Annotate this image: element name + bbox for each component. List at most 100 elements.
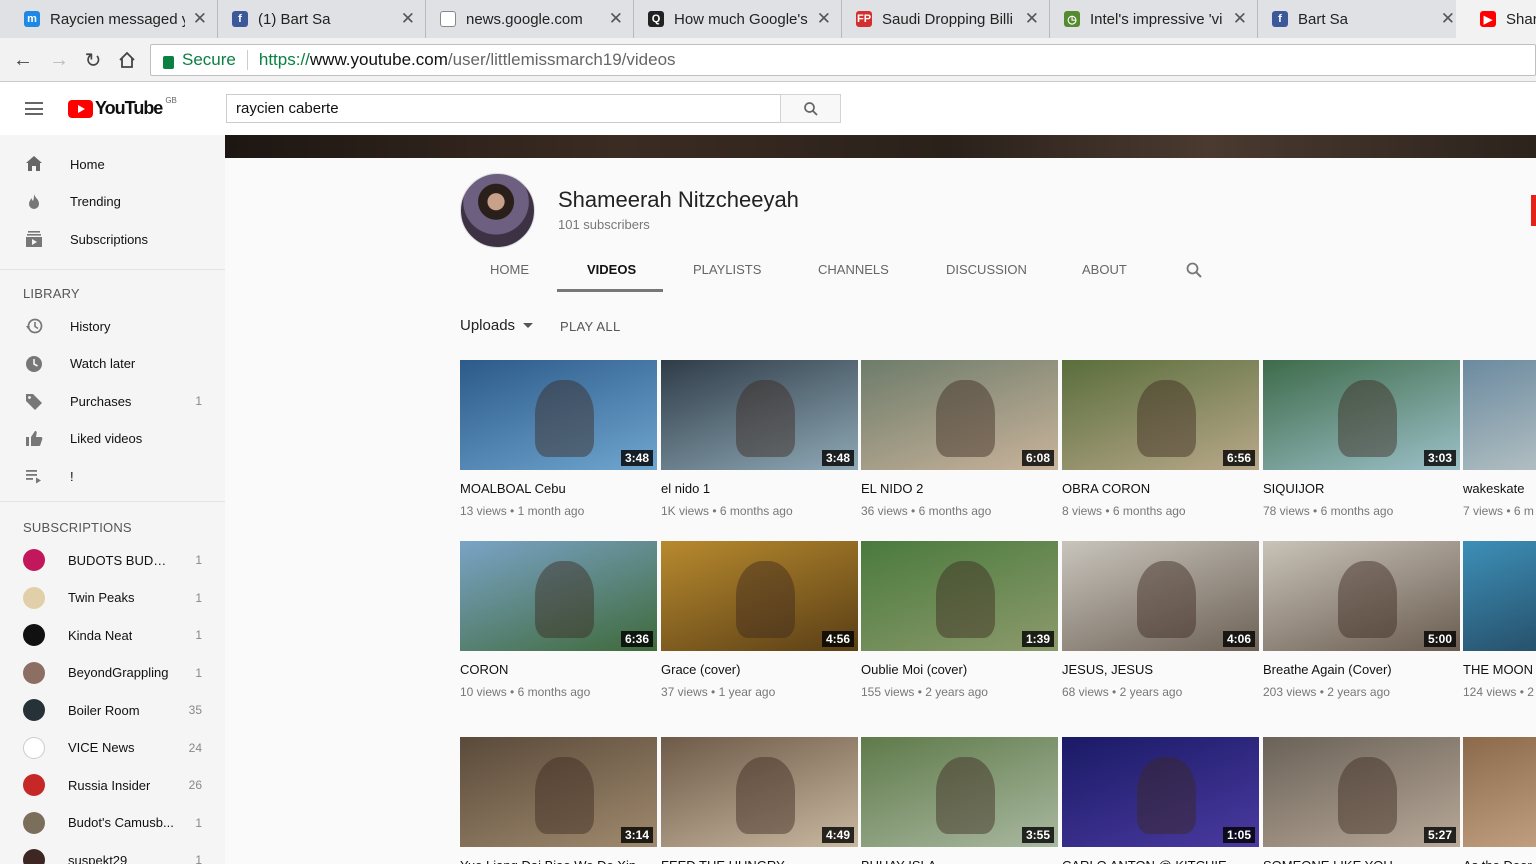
video-card[interactable]: 4:06 JESUS, JESUS 68 views • 2 years ago: [1062, 541, 1259, 699]
browser-tab[interactable]: Q How much Google's ✕: [624, 0, 842, 38]
video-card[interactable]: 4:49 FEED THE HUNGRY: [661, 737, 858, 864]
subscription-item[interactable]: Russia Insider 26: [0, 766, 225, 804]
tab-playlists[interactable]: PLAYLISTS: [693, 262, 761, 277]
video-title[interactable]: Breathe Again (Cover): [1263, 662, 1460, 677]
reload-icon[interactable]: ↻: [80, 47, 106, 73]
video-card[interactable]: THE MOON I HEART (Cove 124 views • 2: [1463, 541, 1536, 699]
video-title[interactable]: Yue Liang Dai Biao Wo De Xin: [460, 858, 657, 864]
sidebar-item[interactable]: !: [0, 457, 225, 495]
video-thumbnail[interactable]: 1:39: [861, 541, 1058, 651]
video-thumbnail[interactable]: 1:05: [1062, 737, 1259, 847]
channel-name[interactable]: Shameerah Nitzcheeyah: [558, 187, 799, 213]
video-thumbnail[interactable]: 3:48: [460, 360, 657, 470]
sidebar-item[interactable]: Home: [0, 145, 225, 183]
video-card[interactable]: 3:03 SIQUIJOR 78 views • 6 months ago: [1263, 360, 1460, 518]
browser-tab[interactable]: f (1) Bart Sa ✕: [208, 0, 426, 38]
video-title[interactable]: MOALBOAL Cebu: [460, 481, 657, 496]
channel-avatar[interactable]: [460, 173, 535, 248]
subscription-item[interactable]: Kinda Neat 1: [0, 616, 225, 654]
tab-videos[interactable]: VIDEOS: [587, 262, 636, 277]
video-thumbnail[interactable]: 4:56: [661, 541, 858, 651]
video-card[interactable]: 6:08 EL NIDO 2 36 views • 6 months ago: [861, 360, 1058, 518]
video-title[interactable]: SIQUIJOR: [1263, 481, 1460, 496]
video-card[interactable]: 3:55 BUHAY ISLA: [861, 737, 1058, 864]
video-card[interactable]: 3:48 el nido 1 1K views • 6 months ago: [661, 360, 858, 518]
browser-tab[interactable]: ▶ Shar: [1456, 0, 1536, 38]
video-card[interactable]: 6:36 CORON 10 views • 6 months ago: [460, 541, 657, 699]
video-card[interactable]: As the Deer: [1463, 737, 1536, 864]
video-title[interactable]: SOMEONE LIKE YOU: [1263, 858, 1460, 864]
video-thumbnail[interactable]: 3:14: [460, 737, 657, 847]
video-card[interactable]: 1:05 CARLO ANTON @ KITCHIE: [1062, 737, 1259, 864]
video-thumbnail[interactable]: [1463, 541, 1536, 651]
sidebar-item[interactable]: Purchases 1: [0, 382, 225, 420]
video-thumbnail[interactable]: 6:36: [460, 541, 657, 651]
video-title[interactable]: CORON: [460, 662, 657, 677]
subscription-item[interactable]: BeyondGrappling 1: [0, 654, 225, 692]
video-thumbnail[interactable]: 3:03: [1263, 360, 1460, 470]
forward-icon[interactable]: →: [46, 47, 72, 73]
video-title[interactable]: EL NIDO 2: [861, 481, 1058, 496]
search-input[interactable]: raycien caberte: [226, 94, 781, 123]
video-card[interactable]: 3:48 MOALBOAL Cebu 13 views • 1 month ago: [460, 360, 657, 518]
address-bar[interactable]: Secure https://www.youtube.com/user/litt…: [150, 44, 1536, 76]
tab-home[interactable]: HOME: [490, 262, 529, 277]
sidebar-item[interactable]: Subscriptions: [0, 220, 225, 258]
video-card[interactable]: 5:00 Breathe Again (Cover) 203 views • 2 y…: [1263, 541, 1460, 699]
youtube-logo[interactable]: YouTube GB: [68, 96, 177, 119]
video-title[interactable]: Oublie Moi (cover): [861, 662, 1058, 677]
video-thumbnail[interactable]: 3:55: [861, 737, 1058, 847]
tab-close-icon[interactable]: ✕: [401, 9, 415, 29]
video-title[interactable]: As the Deer: [1463, 858, 1536, 864]
browser-tab[interactable]: news.google.com ✕: [416, 0, 634, 38]
subscription-item[interactable]: BUDOTS BUDOTS 1: [0, 541, 225, 579]
video-title[interactable]: Grace (cover): [661, 662, 858, 677]
video-card[interactable]: 5:27 SOMEONE LIKE YOU: [1263, 737, 1460, 864]
subscription-item[interactable]: Boiler Room 35: [0, 691, 225, 729]
tab-channels[interactable]: CHANNELS: [818, 262, 889, 277]
video-card[interactable]: 1:39 Oublie Moi (cover) 155 views • 2 year…: [861, 541, 1058, 699]
video-title[interactable]: BUHAY ISLA: [861, 858, 1058, 864]
tab-close-icon[interactable]: ✕: [1025, 9, 1039, 29]
browser-tab[interactable]: f Bart Sa ✕: [1248, 0, 1466, 38]
sidebar-item[interactable]: Watch later: [0, 345, 225, 383]
video-card[interactable]: 3:14 Yue Liang Dai Biao Wo De Xin: [460, 737, 657, 864]
menu-icon[interactable]: [25, 102, 43, 115]
tab-discussion[interactable]: DISCUSSION: [946, 262, 1027, 277]
video-thumbnail[interactable]: [1463, 737, 1536, 847]
video-thumbnail[interactable]: 3:48: [661, 360, 858, 470]
subscribe-button[interactable]: [1531, 195, 1536, 226]
video-thumbnail[interactable]: 6:56: [1062, 360, 1259, 470]
back-icon[interactable]: ←: [10, 47, 36, 73]
video-title[interactable]: FEED THE HUNGRY: [661, 858, 858, 864]
video-thumbnail[interactable]: 4:49: [661, 737, 858, 847]
video-title[interactable]: el nido 1: [661, 481, 858, 496]
uploads-dropdown[interactable]: Uploads: [460, 317, 534, 334]
subscription-item[interactable]: Budot's Camusb... 1: [0, 804, 225, 842]
video-thumbnail[interactable]: 5:27: [1263, 737, 1460, 847]
sidebar-item[interactable]: History: [0, 307, 225, 345]
video-card[interactable]: 6:56 OBRA CORON 8 views • 6 months ago: [1062, 360, 1259, 518]
video-thumbnail[interactable]: 5:00: [1263, 541, 1460, 651]
video-title[interactable]: OBRA CORON: [1062, 481, 1259, 496]
tab-close-icon[interactable]: ✕: [1441, 9, 1455, 29]
home-browser-icon[interactable]: [114, 47, 140, 73]
subscription-item[interactable]: Twin Peaks 1: [0, 579, 225, 617]
sidebar-item[interactable]: Trending: [0, 183, 225, 221]
channel-search-icon[interactable]: [1185, 261, 1203, 284]
video-title[interactable]: JESUS, JESUS: [1062, 662, 1259, 677]
video-card[interactable]: 4:56 Grace (cover) 37 views • 1 year ago: [661, 541, 858, 699]
tab-close-icon[interactable]: ✕: [1233, 9, 1247, 29]
play-all-button[interactable]: PLAY ALL: [560, 319, 620, 334]
video-title[interactable]: THE MOON I HEART (Cove: [1463, 662, 1536, 677]
browser-tab[interactable]: m Raycien messaged y ✕: [0, 0, 218, 38]
tab-about[interactable]: ABOUT: [1082, 262, 1127, 277]
video-thumbnail[interactable]: 6:08: [861, 360, 1058, 470]
browser-tab[interactable]: ◷ Intel's impressive 'vi ✕: [1040, 0, 1258, 38]
video-card[interactable]: wakeskate 7 views • 6 m: [1463, 360, 1536, 518]
video-thumbnail[interactable]: 4:06: [1062, 541, 1259, 651]
subscription-item[interactable]: suspekt29 1: [0, 841, 225, 864]
sidebar-item[interactable]: Liked videos: [0, 420, 225, 458]
video-title[interactable]: wakeskate: [1463, 481, 1536, 496]
video-thumbnail[interactable]: [1463, 360, 1536, 470]
